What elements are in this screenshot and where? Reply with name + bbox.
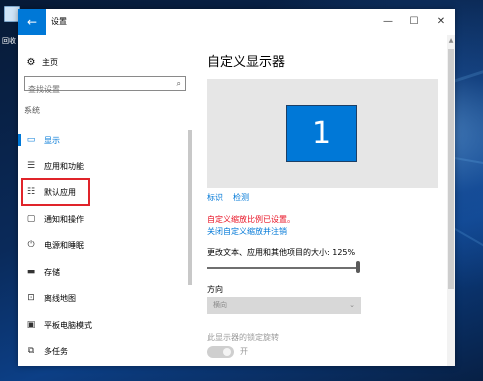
search-box: ⌕ — [24, 76, 186, 96]
slider-fill — [207, 267, 356, 269]
monitor-tile[interactable]: 1 — [286, 105, 357, 162]
display-icon: ▭ — [26, 135, 36, 145]
toggle-knob — [223, 348, 231, 356]
identify-link[interactable]: 标识 — [207, 193, 223, 202]
apps-list-icon: ☰ — [26, 161, 36, 171]
scrollbar-thumb[interactable] — [448, 49, 454, 289]
sidebar-item-power-sleep[interactable]: ⏻ 电源和睡眠 — [18, 235, 188, 255]
power-icon: ⏻ — [27, 240, 35, 250]
orientation-label: 方向 — [207, 285, 223, 294]
multitask-icon: ⧉ — [27, 346, 35, 356]
title-bar: ← 设置 — ☐ ✕ — [18, 9, 455, 35]
highlight-box — [21, 178, 90, 206]
toggle-state-label: 开 — [240, 347, 248, 356]
search-icon[interactable]: ⌕ — [177, 77, 181, 90]
chevron-down-icon: ⌄ — [349, 301, 355, 309]
scale-label: 更改文本、应用和其他项目的大小: 125% — [207, 248, 356, 257]
scroll-up-icon[interactable]: ▲ — [447, 37, 455, 44]
tablet-icon: ▣ — [26, 320, 36, 330]
sidebar-item-storage[interactable]: ▬ 存储 — [18, 262, 188, 282]
sidebar-item-label: 离线地图 — [44, 293, 76, 303]
scale-slider[interactable] — [207, 261, 360, 273]
sidebar-item-apps-features[interactable]: ☰ 应用和功能 — [18, 156, 188, 176]
gear-icon: ⚙ — [26, 56, 36, 68]
sidebar-item-label: 显示 — [44, 135, 60, 145]
maximize-button[interactable]: ☐ — [401, 9, 427, 35]
sidebar-item-offline-maps[interactable]: ⊡ 离线地图 — [18, 288, 188, 308]
scaling-warning: 自定义缩放比例已设置。 — [207, 215, 295, 224]
orientation-select[interactable]: 横向 ⌄ — [207, 297, 361, 314]
minimize-button[interactable]: — — [375, 9, 401, 35]
close-button[interactable]: ✕ — [428, 9, 454, 35]
sidebar-item-label: 电源和睡眠 — [44, 240, 84, 250]
sidebar-item-display[interactable]: ▭ 显示 — [18, 130, 188, 150]
window-title: 设置 — [51, 17, 67, 26]
map-icon: ⊡ — [27, 293, 35, 303]
settings-window: ← 设置 — ☐ ✕ ⚙ 主页 ⌕ 系统 ▭ 显示 ☰ 应用和功能 ☷ 默认应用… — [18, 9, 455, 366]
sidebar-item-notifications[interactable]: ▢ 通知和操作 — [18, 209, 188, 229]
section-heading: 系统 — [24, 106, 40, 115]
back-button[interactable]: ← — [18, 9, 46, 35]
storage-icon: ▬ — [26, 267, 36, 277]
slider-thumb[interactable] — [356, 261, 360, 273]
sidebar-item-label: 通知和操作 — [44, 214, 84, 224]
disable-scaling-link[interactable]: 关闭自定义缩放并注销 — [207, 226, 287, 237]
notification-icon: ▢ — [26, 214, 36, 224]
sidebar-item-label: 平板电脑模式 — [44, 320, 92, 330]
page-title: 自定义显示器 — [207, 55, 286, 70]
lock-rotation-label: 此显示器的锁定旋转 — [207, 333, 279, 342]
sidebar-item-label: 多任务 — [44, 346, 68, 356]
search-input[interactable] — [25, 83, 168, 96]
recycle-bin-label: 回收 — [2, 37, 16, 45]
sidebar-scrollbar[interactable] — [188, 130, 192, 285]
display-preview: 1 — [207, 79, 438, 188]
display-links: 标识 检测 — [207, 192, 259, 203]
home-label: 主页 — [42, 57, 58, 67]
sidebar: ⚙ 主页 ⌕ 系统 ▭ 显示 ☰ 应用和功能 ☷ 默认应用 ▢ 通知和操作 ⏻ … — [18, 35, 196, 366]
lock-rotation-toggle[interactable] — [207, 346, 234, 358]
main-content: 自定义显示器 1 标识 检测 自定义缩放比例已设置。 关闭自定义缩放并注销 更改文… — [196, 35, 455, 366]
sidebar-item-label: 应用和功能 — [44, 161, 84, 171]
main-scrollbar[interactable]: ▲ — [447, 35, 455, 366]
detect-link[interactable]: 检测 — [233, 193, 249, 202]
sidebar-item-label: 存储 — [44, 267, 60, 277]
home-link[interactable]: ⚙ 主页 — [24, 55, 58, 69]
sidebar-item-multitasking[interactable]: ⧉ 多任务 — [18, 341, 188, 361]
sidebar-item-tablet-mode[interactable]: ▣ 平板电脑模式 — [18, 315, 188, 335]
orientation-value: 横向 — [213, 301, 227, 309]
